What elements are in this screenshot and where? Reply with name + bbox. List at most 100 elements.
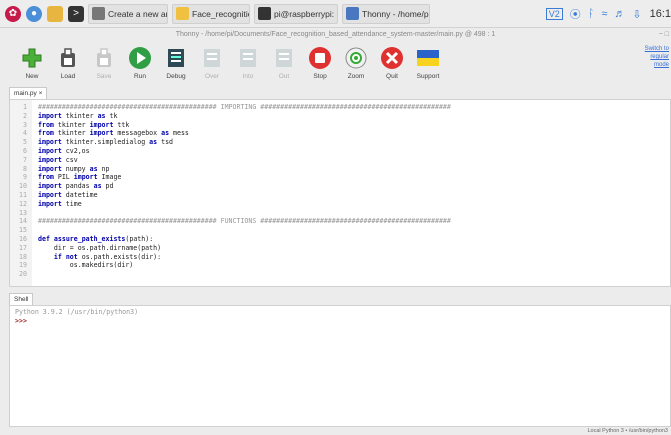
- task-label: Thonny - /home/pi/...: [362, 8, 429, 19]
- code-line: 6 import cv2,os: [10, 147, 670, 155]
- code-line: 3 from tkinter import ttk: [10, 121, 670, 129]
- window-controls[interactable]: − □: [659, 28, 669, 42]
- line-number: 7: [23, 155, 27, 164]
- zoom-button[interactable]: Zoom: [338, 42, 374, 86]
- window-title: Thonny - /home/pi/Documents/Face_recogni…: [175, 31, 496, 38]
- code-line: 18 if not os.path.exists(dir):: [10, 253, 670, 261]
- line-text: def assure_path_exists(path):: [38, 235, 154, 243]
- code-line: 13: [10, 209, 670, 217]
- vnc-icon[interactable]: V2: [545, 8, 563, 20]
- line-number: 15: [19, 226, 27, 235]
- task-folder[interactable]: Face_recognition_ba...: [172, 3, 250, 24]
- load-button[interactable]: Load: [50, 42, 86, 86]
- line-number: 19: [19, 261, 27, 270]
- code-line: 19 os.makedirs(dir): [10, 261, 670, 269]
- run-icon: [128, 46, 152, 70]
- code-editor[interactable]: 1 #######################################…: [9, 99, 671, 287]
- task-label: Face_recognition_ba...: [192, 8, 249, 19]
- load-icon: [56, 46, 80, 70]
- line-text: dir = os.path.dirname(path): [38, 243, 162, 252]
- code-line: 17 dir = os.path.dirname(path): [10, 244, 670, 252]
- code-line: 7 import csv: [10, 156, 670, 164]
- code-line: 8 import numpy as np: [10, 165, 670, 173]
- quit-icon: [380, 46, 404, 70]
- line-number: 14: [19, 217, 27, 226]
- step-into-button[interactable]: Into: [230, 42, 266, 86]
- line-text: ########################################…: [38, 103, 451, 111]
- line-number: 20: [19, 270, 27, 279]
- code-line: 4 from tkinter import messagebox as mess: [10, 129, 670, 137]
- download-icon[interactable]: ⇩: [632, 8, 641, 21]
- stop-button[interactable]: Stop: [302, 42, 338, 86]
- line-number: 12: [19, 199, 27, 208]
- code-line: 10 import pandas as pd: [10, 182, 670, 190]
- line-number: 10: [19, 182, 27, 191]
- browser-icon[interactable]: ●: [26, 5, 42, 22]
- code-line: 15: [10, 226, 670, 234]
- python-version-line: Python 3.9.2 (/usr/bin/python3): [15, 308, 139, 316]
- line-text: import numpy as np: [38, 164, 110, 173]
- thonny-icon: [346, 7, 359, 20]
- taskbar: ✿ ● > Create a new archive Face_recognit…: [0, 0, 671, 28]
- save-button[interactable]: Save: [86, 42, 122, 86]
- clock[interactable]: 16:1: [650, 8, 671, 20]
- status-bar[interactable]: Local Python 3 • /usr/bin/python3: [0, 427, 671, 435]
- code-line: 20: [10, 270, 670, 278]
- line-text: import time: [38, 199, 82, 208]
- quit-button[interactable]: Quit: [374, 42, 410, 86]
- plus-icon: [20, 46, 44, 70]
- line-text: import csv: [38, 155, 78, 164]
- task-terminal[interactable]: pi@raspberrypi: ~: [254, 3, 338, 24]
- switch-mode-link[interactable]: Switch to regular mode: [635, 45, 669, 69]
- code-line: 1 #######################################…: [10, 103, 670, 111]
- line-number: 6: [23, 147, 27, 155]
- tab-main-py[interactable]: main.py ×: [9, 87, 48, 99]
- shell-console[interactable]: Python 3.9.2 (/usr/bin/python3) >>>: [9, 305, 671, 427]
- line-number: 17: [19, 243, 27, 252]
- file-manager-icon[interactable]: [47, 5, 63, 22]
- step-out-button[interactable]: Out: [266, 42, 302, 86]
- editor-tabbar: main.py ×: [9, 87, 671, 99]
- line-text: from PIL import Image: [38, 173, 122, 182]
- code-line: 2 import tkinter as tk: [10, 112, 670, 120]
- stop-icon: [308, 46, 332, 70]
- wifi-icon[interactable]: ≈: [601, 8, 607, 20]
- line-number: 13: [19, 208, 27, 217]
- task-archive[interactable]: Create a new archive: [88, 3, 168, 24]
- task-label: Create a new archive: [108, 8, 167, 19]
- line-number: 18: [19, 252, 27, 261]
- line-text: if not os.path.exists(dir):: [53, 252, 162, 261]
- line-number: 2: [23, 111, 27, 120]
- run-button[interactable]: Run: [122, 42, 158, 86]
- step-over-button[interactable]: Over: [194, 42, 230, 86]
- new-button[interactable]: New: [14, 42, 50, 86]
- support-button[interactable]: Support: [410, 42, 446, 86]
- line-number: 11: [19, 191, 27, 199]
- code-line: 11 import datetime: [10, 191, 670, 199]
- code-line: 16 def assure_path_exists(path):: [10, 235, 670, 243]
- line-text: os.makedirs(dir): [38, 261, 134, 270]
- toolbar: New Load Save Run Debug Over Into Out St…: [0, 42, 671, 86]
- system-tray: V2 ⦿ ᛛ ≈ ♬ ⇩ 16:1: [539, 0, 671, 28]
- line-text: from tkinter import ttk: [38, 120, 130, 129]
- tab-shell[interactable]: Shell: [9, 293, 34, 305]
- bluetooth-icon[interactable]: ᛛ: [588, 8, 595, 20]
- line-text: import tkinter as tk: [38, 111, 118, 120]
- line-text: import pandas as pd: [38, 182, 114, 191]
- volume-icon[interactable]: ♬: [614, 8, 625, 20]
- terminal-icon[interactable]: >: [68, 5, 84, 22]
- save-icon: [92, 46, 116, 70]
- raspberry-menu-icon[interactable]: ✿: [5, 5, 21, 22]
- line-number: 9: [23, 173, 27, 182]
- task-thonny[interactable]: Thonny - /home/pi/...: [342, 3, 430, 24]
- step-out-icon: [272, 46, 296, 70]
- line-text: ########################################…: [38, 217, 451, 226]
- folder-icon: [176, 7, 189, 20]
- update-icon[interactable]: ⦿: [570, 6, 581, 22]
- line-text: import cv2,os: [38, 147, 90, 155]
- line-number: 4: [23, 129, 27, 138]
- debug-button[interactable]: Debug: [158, 42, 194, 86]
- line-number: 1: [23, 103, 27, 111]
- code-line: 5 import tkinter.simpledialog as tsd: [10, 138, 670, 146]
- debug-icon: [164, 46, 188, 70]
